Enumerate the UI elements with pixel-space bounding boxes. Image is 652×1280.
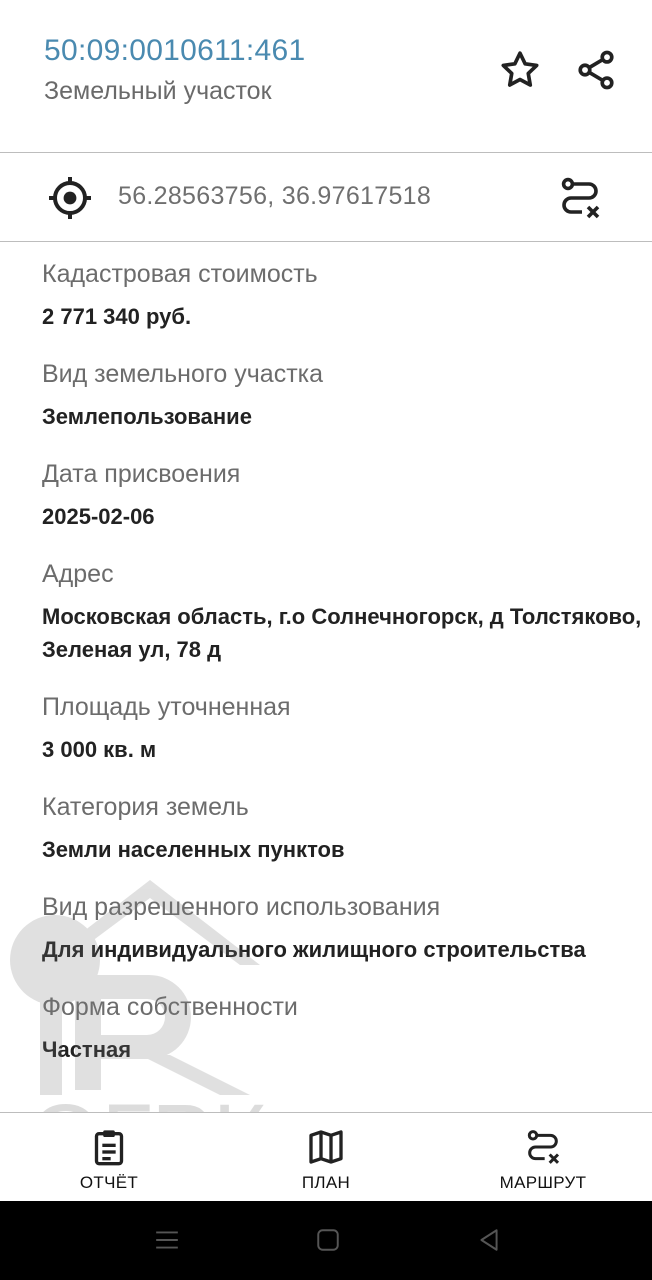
object-type: Земельный участок [44,77,272,105]
field-label: Вид земельного участка [42,360,324,388]
field-ownership: Форма собственности Частная [42,991,647,1066]
field-address: Адрес Московская область, г.о Солнечного… [42,558,647,666]
field-label: Форма собственности [42,993,298,1021]
field-permitted-use: Вид разрешенного использования Для индив… [42,891,647,966]
field-cadastral-value: Кадастровая стоимость 2 771 340 руб. [42,258,647,333]
back-triangle-icon [480,1229,498,1251]
share-button[interactable] [572,46,620,94]
coordinates-text[interactable]: 56.28563756, 36.97617518 [118,182,431,211]
field-label: Адрес [42,560,114,588]
field-land-type: Вид земельного участка Землепользование [42,358,647,433]
field-value: Частная [42,1037,132,1062]
home-square-icon [317,1229,339,1251]
route-clear-icon [521,1125,565,1169]
header-divider [0,152,652,153]
route-clear-icon [561,177,600,219]
field-value: Землепользование [42,404,252,429]
nav-plan-button[interactable]: ПЛАН [278,1113,374,1202]
field-value: Для индивидуального жилищного строительс… [42,937,586,962]
nav-route-label: МАРШРУТ [499,1173,587,1192]
system-home-button[interactable] [313,1225,343,1255]
field-land-category: Категория земель Земли населенных пункто… [42,791,647,866]
field-value: 2 771 340 руб. [42,304,192,329]
field-area: Площадь уточненная 3 000 кв. м [42,691,647,766]
share-icon [578,50,614,90]
route-button[interactable] [556,174,604,222]
coords-divider [0,241,652,242]
system-back-button[interactable] [474,1225,504,1255]
field-label: Дата присвоения [42,460,241,488]
field-label: Вид разрешенного использования [42,893,441,921]
field-assign-date: Дата присвоения 2025-02-06 [42,458,647,533]
field-value: Московская область, г.о Солнечногорск, д… [42,604,642,662]
field-value: 3 000 кв. м [42,737,157,762]
nav-plan-label: ПЛАН [301,1173,351,1192]
nav-route-button[interactable]: МАРШРУТ [480,1113,606,1202]
field-label: Кадастровая стоимость [42,260,318,288]
crosshair-icon [49,177,91,219]
coordinates-row: 56.28563756, 36.97617518 [0,154,652,241]
menu-icon [156,1231,178,1249]
field-label: Площадь уточненная [42,693,291,721]
locate-button[interactable] [46,174,94,222]
system-menu-button[interactable] [152,1225,182,1255]
field-value: 2025-02-06 [42,504,155,529]
field-label: Категория земель [42,793,249,821]
field-value: Земли населенных пунктов [42,837,345,862]
nav-report-button[interactable]: ОТЧЁТ [58,1113,160,1202]
cadastral-number[interactable]: 50:09:0010611:461 [44,34,305,68]
clipboard-icon [87,1125,131,1169]
map-icon [304,1125,348,1169]
nav-report-label: ОТЧЁТ [79,1173,139,1192]
bottom-navigation: ОТЧЁТ ПЛАН МАРШРУТ [0,1112,652,1201]
system-navigation-bar [0,1201,652,1280]
header: 50:09:0010611:461 Земельный участок [0,0,652,153]
star-icon [501,51,539,87]
favorite-button[interactable] [496,46,544,94]
details-list: Кадастровая стоимость 2 771 340 руб. Вид… [42,258,647,1091]
